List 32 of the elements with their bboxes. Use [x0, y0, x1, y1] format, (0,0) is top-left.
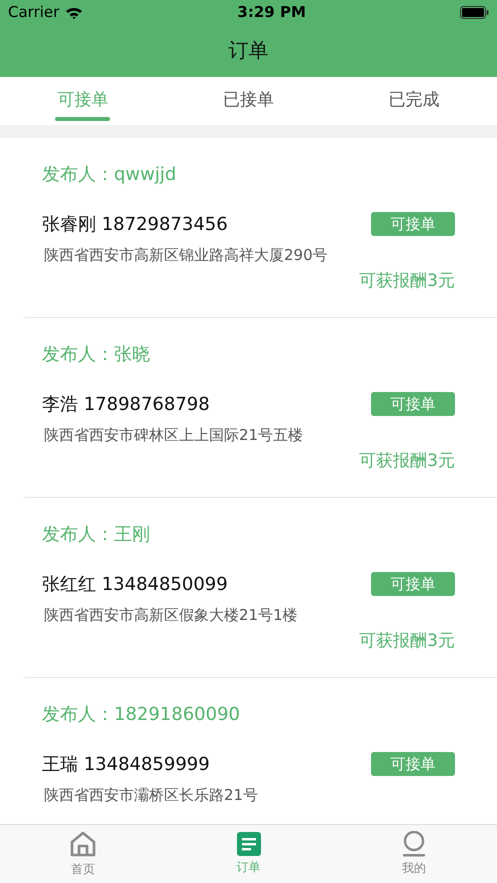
status-badge: 可接单: [371, 212, 455, 236]
order-card[interactable]: 发布人：qwwjjd 张睿刚 18729873456 可接单 陕西省西安市高新区锦业路高祥大厦290号 可获报酬3元: [24, 138, 497, 318]
user-icon: [401, 831, 428, 857]
document-icon: [236, 832, 260, 856]
contact-info: 张睿刚 18729873456: [42, 213, 228, 236]
reward-text: 可获报酬3元: [359, 630, 455, 652]
address-text: 陕西省西安市碑林区上上国际21号五楼: [44, 426, 304, 445]
home-icon: [68, 830, 97, 858]
status-time: 3:29 PM: [237, 3, 306, 21]
battery-icon: [460, 6, 489, 18]
order-card[interactable]: 发布人：张晓 李浩 17898768798 可接单 陕西省西安市碑林区上上国际21号五楼 可获报酬3元: [24, 318, 497, 498]
publisher-label: 发布人：qwwjjd: [42, 163, 178, 187]
contact-info: 王瑞 13484859999: [42, 753, 210, 776]
contact-info: 张红红 13484850099: [42, 573, 228, 596]
tab[interactable]: 已完成: [331, 77, 497, 125]
status-badge: 可接单: [371, 572, 455, 596]
address-text: 陕西省西安市高新区假象大楼21号1楼: [44, 606, 299, 625]
publisher-label: 发布人：王刚: [42, 523, 151, 547]
tab[interactable]: 已接单: [166, 77, 332, 125]
reward-text: 可获报酬3元: [359, 450, 455, 472]
publisher-label: 发布人：18291860090: [42, 703, 241, 727]
publisher-label: 发布人：张晓: [42, 343, 151, 367]
reward-text: 可获报酬3元: [359, 270, 455, 292]
address-text: 陕西省西安市高新区锦业路高祥大厦290号: [44, 246, 329, 265]
status-badge: 可接单: [371, 392, 455, 416]
wifi-icon: [65, 6, 84, 18]
contact-info: 李浩 17898768798: [42, 393, 210, 416]
order-card[interactable]: 发布人：王刚 张红红 13484850099 可接单 陕西省西安市高新区假象大楼21号1楼 可获报酬3元: [24, 498, 497, 678]
carrier-name: Carrier: [8, 3, 60, 21]
address-text: 陕西省西安市灞桥区长乐路21号: [44, 786, 260, 805]
status-badge: 可接单: [371, 752, 455, 776]
page-title: 订单: [228, 37, 268, 64]
